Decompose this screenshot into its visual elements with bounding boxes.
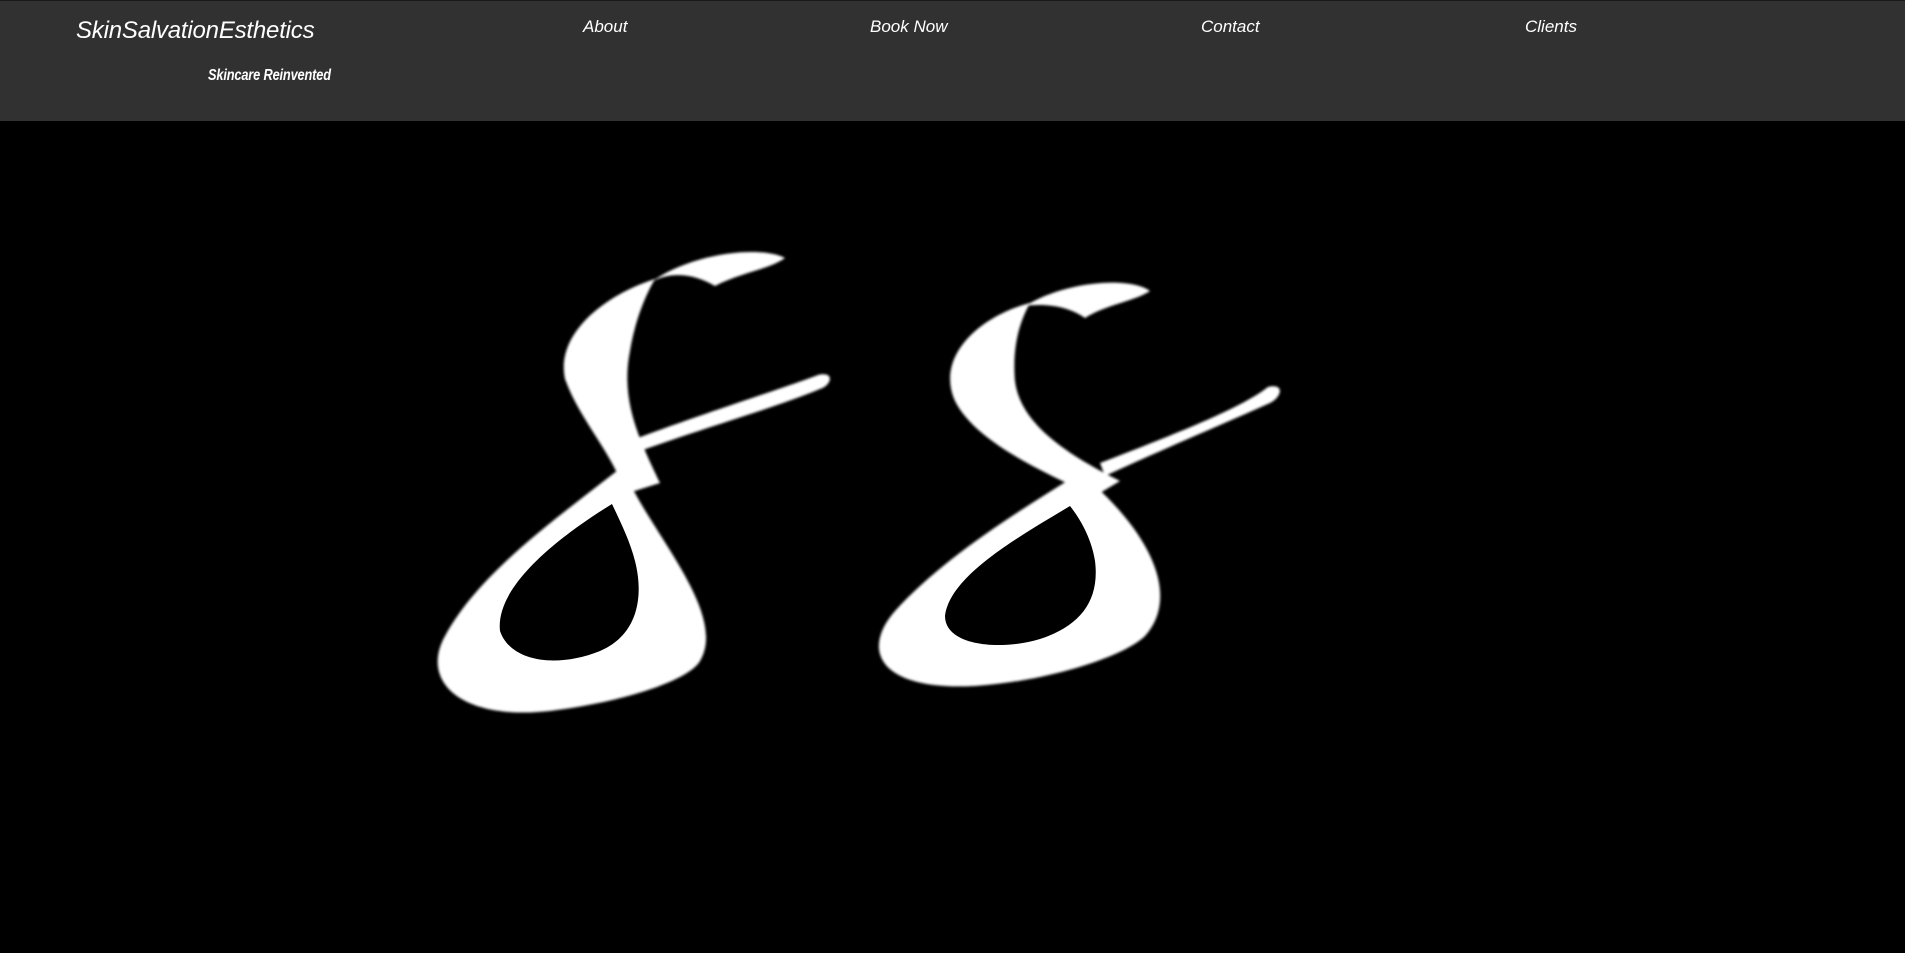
nav-link-about[interactable]: About (583, 17, 627, 37)
site-header: SkinSalvationEsthetics Skincare Reinvent… (0, 0, 1905, 121)
nav-link-clients[interactable]: Clients (1525, 17, 1577, 37)
nav-link-book-now[interactable]: Book Now (870, 17, 947, 37)
monogram-letter-s-first (437, 251, 830, 713)
monogram-letter-s-second (878, 282, 1280, 687)
site-tagline: Skincare Reinvented (208, 67, 331, 84)
hero-section (0, 121, 1905, 953)
ss-monogram-logo (437, 251, 1280, 713)
nav-link-contact[interactable]: Contact (1201, 17, 1260, 37)
site-brand-link[interactable]: SkinSalvationEsthetics (76, 17, 315, 45)
